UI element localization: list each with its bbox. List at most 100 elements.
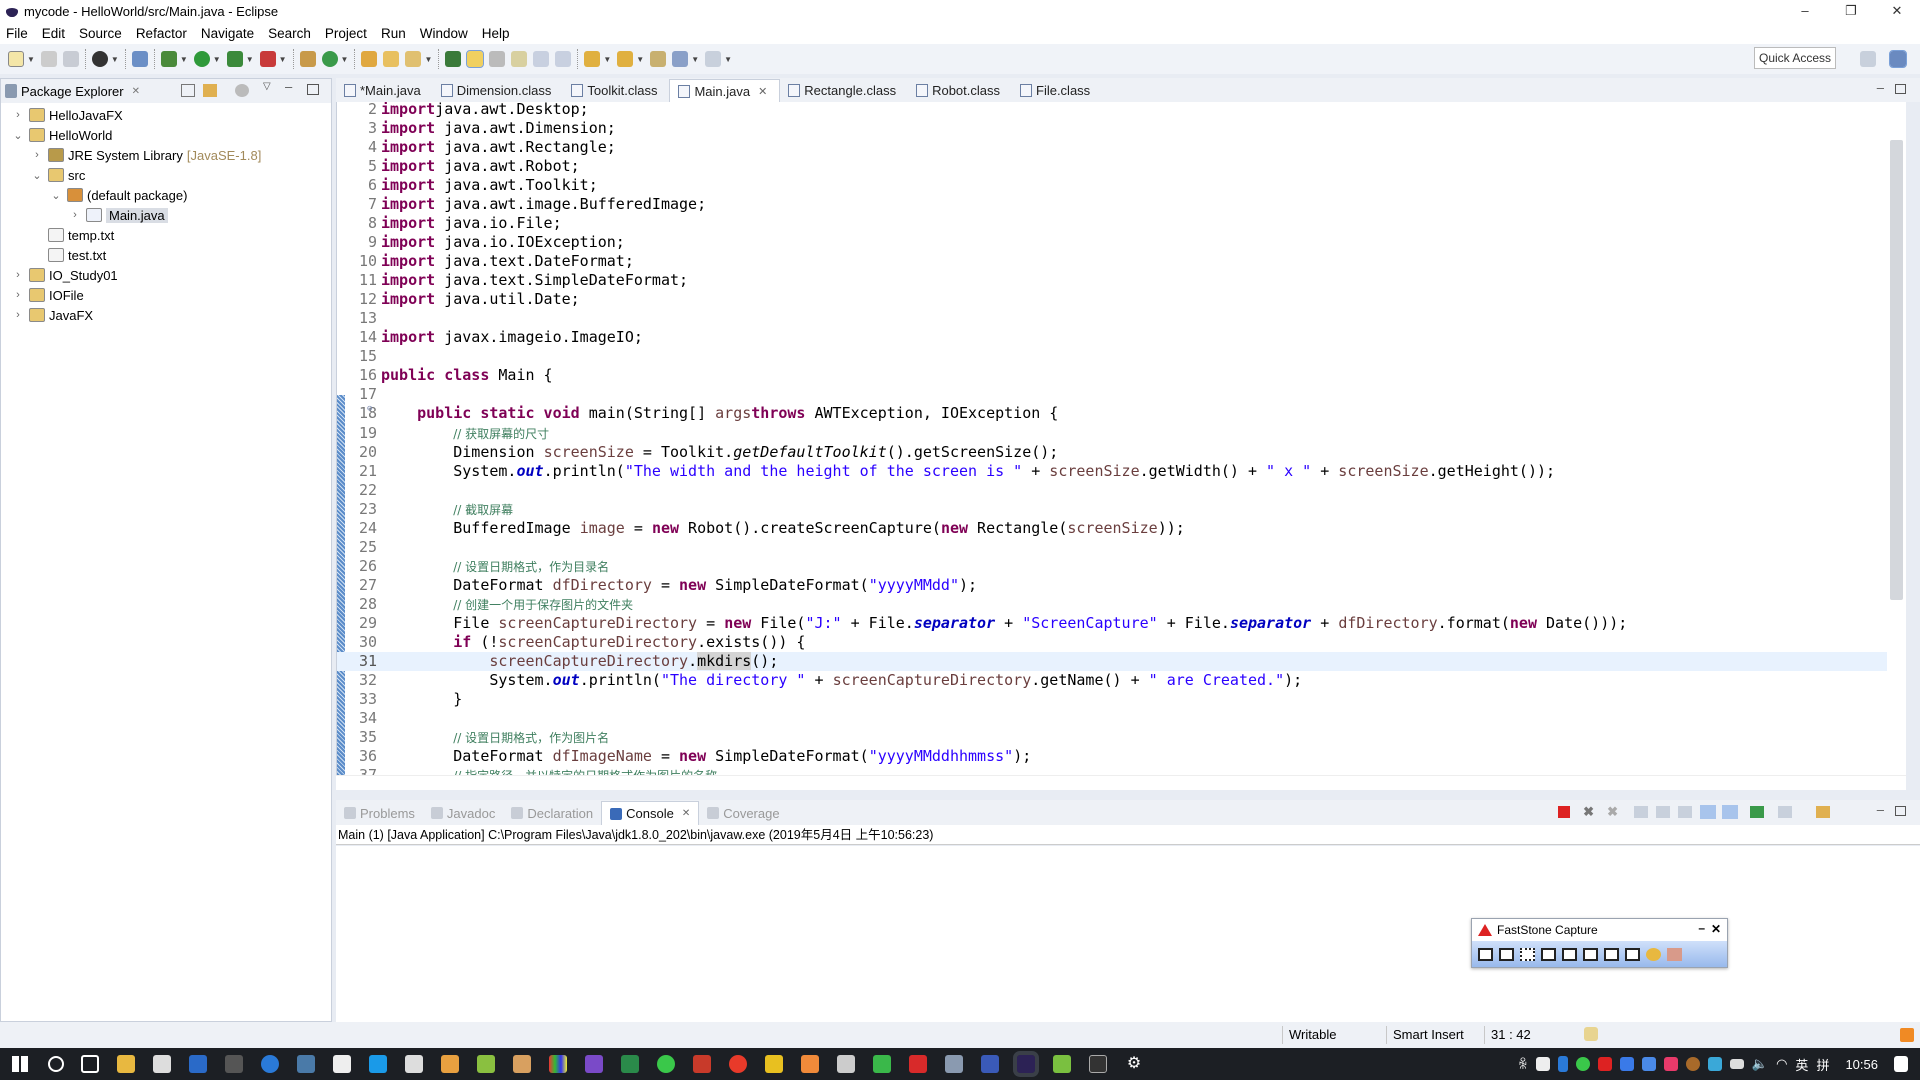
expand-toggle-icon[interactable]: › [30,149,44,161]
taskbar-app-icon[interactable] [297,1055,315,1073]
capture-window-object-icon[interactable] [1499,947,1514,961]
tray-app-icon[interactable] [1685,1057,1700,1071]
quick-access-input[interactable]: Quick Access [1754,47,1836,69]
mark-occurrences-icon[interactable] [466,50,485,68]
profile-dropdown-icon[interactable]: ▼ [111,55,119,64]
editor-scroll-thumb[interactable] [1890,140,1903,600]
package-explorer-close-icon[interactable]: ✕ [132,86,140,97]
taskbar-app-icon[interactable] [621,1055,639,1073]
faststone-titlebar[interactable]: FastStone Capture – ✕ [1472,919,1727,941]
run-dropdown-icon[interactable]: ▼ [213,55,221,64]
tree-item[interactable]: ⌄ (default package) [1,185,331,205]
new-dropdown-icon[interactable]: ▼ [27,55,35,64]
editor-tab[interactable]: Robot.class [908,79,1012,102]
capture-fixed-region-icon[interactable] [1604,947,1619,961]
tab-problems[interactable]: Problems [336,801,423,825]
package-explorer-title[interactable]: Package Explorer [21,84,124,99]
tree-item[interactable]: ⌄ HelloWorld [1,125,331,145]
editor-tab[interactable]: Rectangle.class [780,79,908,102]
taskbar-app-icon[interactable] [513,1055,531,1073]
expand-toggle-icon[interactable]: ⌄ [30,169,44,182]
faststone-tray-icon[interactable] [1597,1057,1612,1071]
bluetooth-app-icon[interactable] [261,1055,279,1073]
editor-tab[interactable]: Toolkit.class [563,79,669,102]
battery-icon[interactable] [1729,1059,1744,1069]
block-selection-icon[interactable] [511,51,528,67]
editor-tab[interactable]: *Main.java [336,79,433,102]
debug-icon[interactable] [160,51,177,67]
coverage-dropdown-icon[interactable]: ▼ [246,55,254,64]
editor-horizontal-scrollbar[interactable] [336,775,1906,790]
file-explorer-icon[interactable] [117,1055,135,1073]
new-icon[interactable] [8,51,24,67]
vs-code-icon[interactable] [981,1055,999,1073]
start-windows-icon[interactable] [12,1056,28,1072]
back-dropdown-icon[interactable]: ▼ [691,55,699,64]
tree-item[interactable]: › IO_Study01 [1,265,331,285]
faststone-minimize-button[interactable]: – [1698,921,1705,935]
tree-item[interactable]: test.txt [1,245,331,265]
task-view-icon[interactable] [81,1055,99,1073]
ime-mode-indicator[interactable]: 拼 [1816,1055,1829,1074]
visual-studio-icon[interactable] [585,1055,603,1073]
forward-dropdown-icon[interactable]: ▼ [724,55,732,64]
minimize-view-icon[interactable]: – [285,79,292,94]
previous-annotation-icon[interactable] [617,51,634,67]
external-tools-icon[interactable] [259,51,276,67]
taskbar-app-icon[interactable] [693,1055,711,1073]
intellij-icon[interactable] [1089,1055,1107,1073]
save-all-icon[interactable] [62,51,79,67]
editor-tab[interactable]: Dimension.class [433,79,564,102]
taskbar-app-icon[interactable] [945,1055,963,1073]
link-with-editor-icon[interactable] [203,84,217,97]
android-icon[interactable] [1053,1055,1071,1073]
wifi-icon[interactable]: ◠ [1776,1056,1787,1072]
output-options-icon[interactable] [1646,947,1661,961]
taskbar-app-icon[interactable] [837,1055,855,1073]
capture-freehand-icon[interactable] [1541,947,1556,961]
menu-edit[interactable]: Edit [42,26,65,41]
open-console-icon[interactable] [1816,806,1830,818]
tray-app-icon[interactable] [1707,1057,1722,1071]
view-menu-icon[interactable]: ▽ [263,81,271,92]
minimize-button[interactable]: – [1782,0,1828,22]
taskbar-app-icon[interactable] [765,1055,783,1073]
capture-fullscreen-icon[interactable] [1562,947,1577,961]
expand-toggle-icon[interactable]: ⌄ [11,129,25,142]
expand-toggle-icon[interactable]: › [11,109,25,121]
eclipse-taskbar-icon[interactable] [1013,1051,1039,1077]
tab-close-icon[interactable]: ✕ [758,85,767,98]
coverage-icon[interactable] [226,51,243,67]
menu-search[interactable]: Search [268,26,311,41]
maximize-console-icon[interactable] [1895,806,1906,816]
profile-icon[interactable] [91,51,108,67]
open-task-icon[interactable] [383,51,400,67]
tree-item[interactable]: › HelloJavaFX [1,105,331,125]
tree-item[interactable]: › JRE System Library [JavaSE-1.8] [1,145,331,165]
expand-toggle-icon[interactable]: › [11,269,25,281]
next-annotation-dropdown-icon[interactable]: ▼ [603,55,611,64]
close-button[interactable]: ✕ [1874,0,1920,22]
next-annotation-icon[interactable] [584,51,601,67]
minimize-console-icon[interactable]: – [1877,802,1884,817]
open-type-icon[interactable] [361,51,378,67]
bluetooth-icon[interactable] [1557,1056,1568,1072]
notification-center-icon[interactable] [1894,1056,1908,1072]
taskbar-app-icon[interactable] [801,1055,819,1073]
code-editor[interactable]: 2 importjava.awt.Desktop; 3 import java.awt… [336,102,1906,775]
taskbar-app-icon[interactable] [909,1055,927,1073]
external-tools-dropdown-icon[interactable]: ▼ [279,55,287,64]
debug-dropdown-icon[interactable]: ▼ [180,55,188,64]
menu-help[interactable]: Help [482,26,510,41]
tab-coverage[interactable]: Coverage [699,801,787,825]
capture-rectangle-icon[interactable] [1520,947,1535,961]
scroll-lock-icon[interactable] [1656,806,1670,818]
restore-button[interactable]: ❐ [1828,0,1874,22]
run-icon[interactable] [193,51,210,67]
taskbar-app-icon[interactable] [729,1055,747,1073]
back-icon[interactable] [672,51,689,67]
minimize-editor-icon[interactable]: – [1877,80,1884,95]
expand-toggle-icon[interactable]: › [68,209,82,221]
tree-item[interactable]: › IOFile [1,285,331,305]
tree-item[interactable]: temp.txt [1,225,331,245]
